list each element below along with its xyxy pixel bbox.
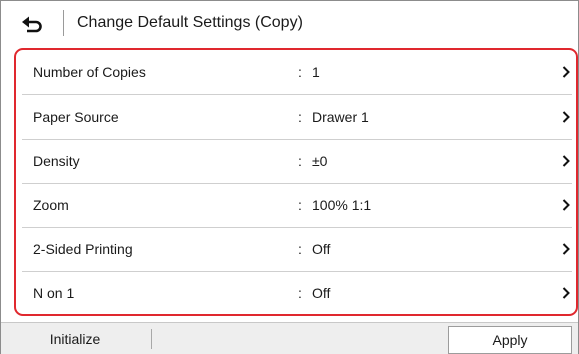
- setting-separator: :: [298, 197, 302, 213]
- initialize-button[interactable]: Initialize: [15, 327, 135, 351]
- setting-value: Off: [312, 241, 331, 257]
- bottom-bar-divider: [151, 329, 152, 349]
- chevron-right-icon: [562, 155, 570, 167]
- setting-label: N on 1: [33, 285, 75, 301]
- back-button[interactable]: [9, 9, 55, 39]
- setting-label: Paper Source: [33, 109, 119, 125]
- setting-row-2-sided-printing[interactable]: 2-Sided Printing : Off: [16, 227, 576, 271]
- setting-row-number-of-copies[interactable]: Number of Copies : 1: [16, 50, 576, 94]
- setting-row-n-on-1[interactable]: N on 1 : Off: [16, 271, 576, 314]
- setting-row-paper-source[interactable]: Paper Source : Drawer 1: [16, 95, 576, 139]
- settings-screen: Change Default Settings (Copy) Number of…: [0, 0, 579, 354]
- setting-separator: :: [298, 285, 302, 301]
- page-title: Change Default Settings (Copy): [77, 14, 303, 31]
- setting-value: Drawer 1: [312, 109, 369, 125]
- setting-value: 100% 1:1: [312, 197, 372, 213]
- chevron-right-icon: [562, 111, 570, 123]
- bottom-bar: Initialize Apply: [1, 322, 578, 354]
- setting-row-density[interactable]: Density : ±0: [16, 139, 576, 183]
- chevron-right-icon: [562, 66, 570, 78]
- setting-separator: :: [298, 109, 302, 125]
- header: Change Default Settings (Copy): [1, 1, 578, 43]
- setting-value: Off: [312, 285, 331, 301]
- chevron-right-icon: [562, 243, 570, 255]
- setting-label: Number of Copies: [33, 64, 146, 80]
- setting-row-zoom[interactable]: Zoom : 100% 1:1: [16, 183, 576, 227]
- setting-separator: :: [298, 64, 302, 80]
- setting-label: Density: [33, 153, 80, 169]
- setting-label: 2-Sided Printing: [33, 241, 133, 257]
- setting-label: Zoom: [33, 197, 69, 213]
- return-arrow-icon: [22, 16, 42, 33]
- header-divider: [63, 10, 64, 36]
- settings-list: Number of Copies : 1 Paper Source : Draw…: [14, 48, 578, 316]
- apply-button[interactable]: Apply: [448, 326, 572, 354]
- chevron-right-icon: [562, 199, 570, 211]
- setting-value: ±0: [312, 153, 328, 169]
- setting-separator: :: [298, 153, 302, 169]
- chevron-right-icon: [562, 287, 570, 299]
- setting-value: 1: [312, 64, 320, 80]
- setting-separator: :: [298, 241, 302, 257]
